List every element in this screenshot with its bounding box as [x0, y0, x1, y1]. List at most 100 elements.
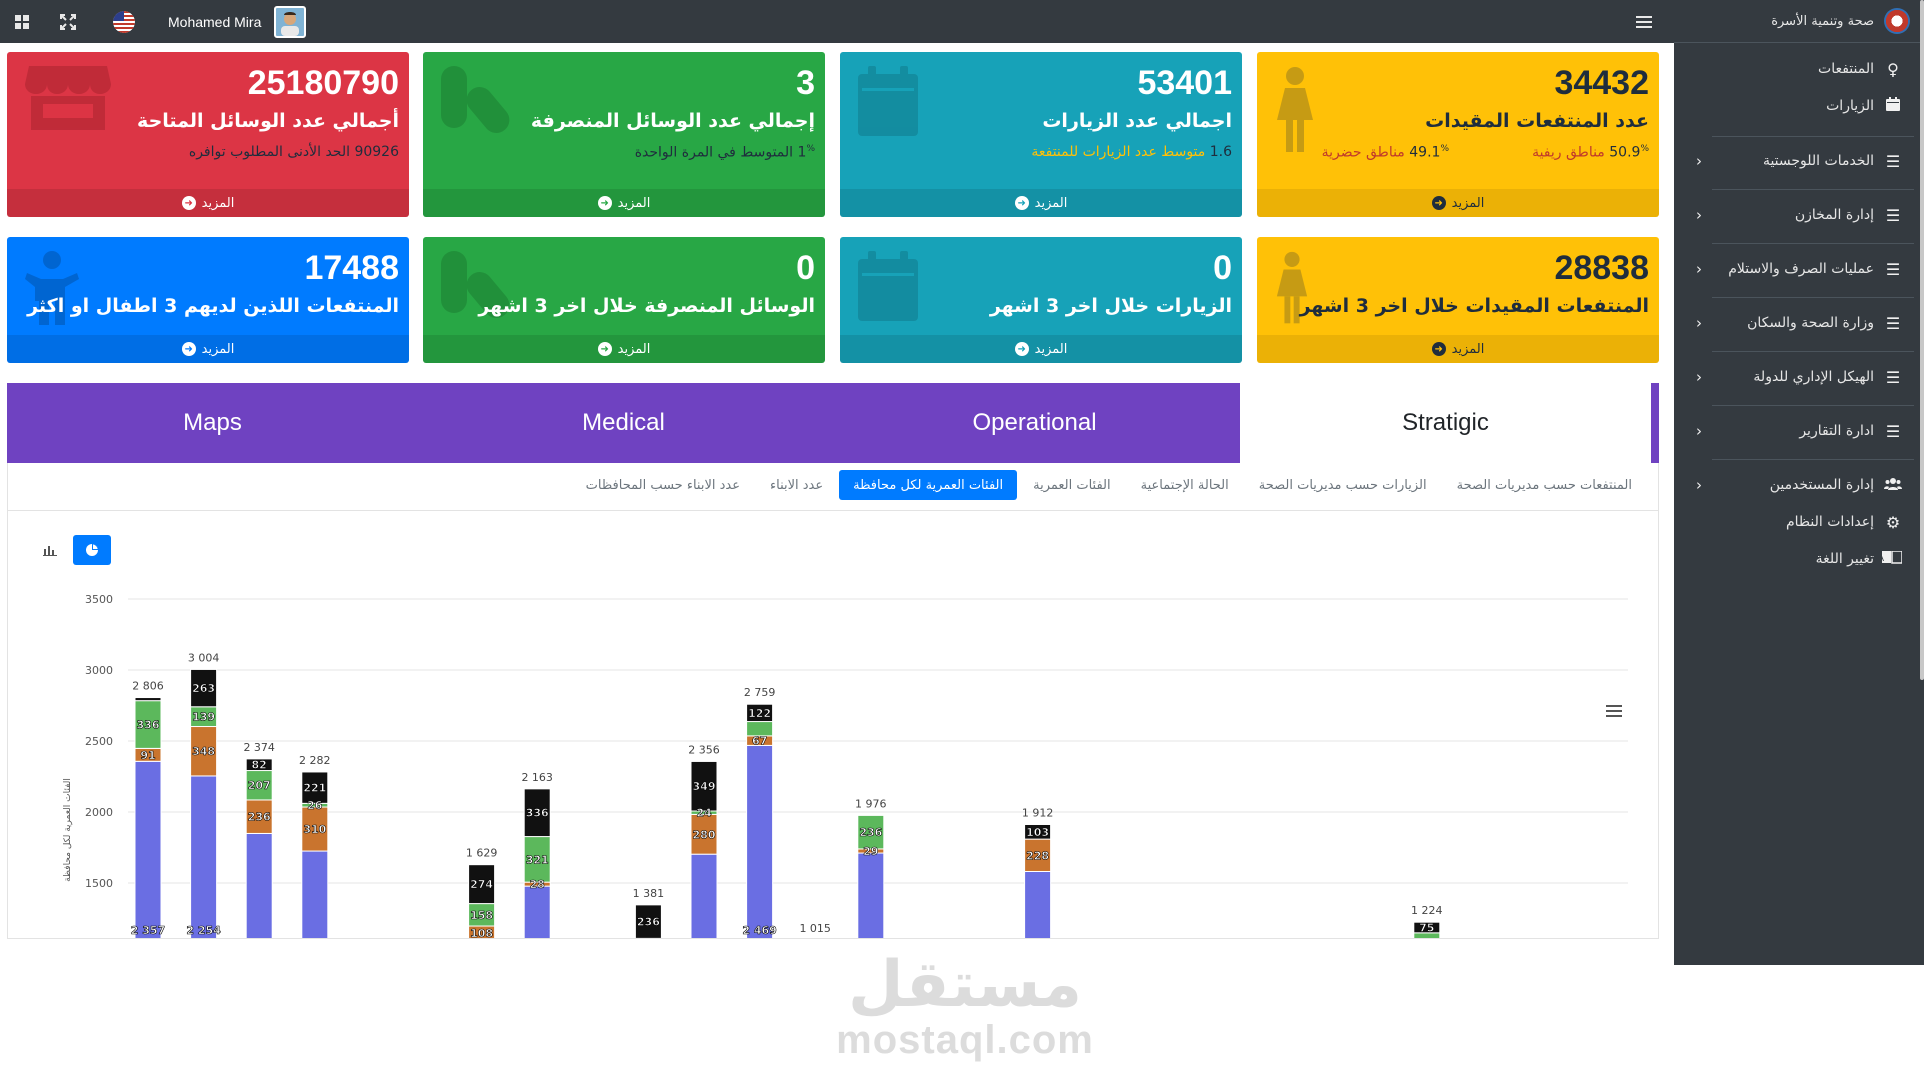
arrow-circle-icon: ➜ [597, 196, 612, 210]
sidebar-item-language[interactable]: A تغيير اللغة [1674, 544, 1924, 574]
stat-subtitle: 90926 الحد الأدنى المطلوب توافره [189, 144, 399, 160]
arrow-circle-icon: ➜ [597, 342, 612, 356]
subtab-beneficiaries-by-directorate[interactable]: المنتفعات حسب مديريات الصحة [1443, 470, 1646, 500]
mostaql-watermark: مستقل mostaql.com [835, 950, 1095, 1060]
arrow-circle-icon: ➜ [181, 196, 196, 210]
bar-segment[interactable] [523, 885, 551, 939]
bar-segment[interactable] [134, 760, 162, 939]
chart-bars [134, 668, 1441, 939]
tab-operational[interactable]: Operational [829, 383, 1240, 463]
chart-menu-icon[interactable] [1606, 705, 1622, 717]
subtab-age-groups[interactable]: الفئات العمرية [1019, 470, 1125, 500]
store-icon [25, 66, 111, 130]
username[interactable]: Mohamed Mira [168, 0, 261, 43]
more-label: المزيد [1451, 195, 1485, 211]
sidebar-item-users[interactable]: إدارة المستخدمين ‹ [1674, 470, 1924, 500]
pie-chart-icon[interactable] [73, 535, 111, 565]
sidebar-scrollbar[interactable] [1920, 0, 1924, 680]
stat-value: 53401 [1137, 64, 1232, 102]
more-link[interactable]: المزيد ➜ [423, 189, 825, 217]
bar-data-label: 349 [693, 780, 716, 793]
more-link[interactable]: المزيد ➜ [1257, 335, 1659, 363]
expand-icon[interactable] [60, 0, 76, 43]
female-icon [1277, 67, 1313, 152]
stat-value: 0 [1213, 249, 1232, 287]
more-link[interactable]: المزيد ➜ [840, 189, 1242, 217]
more-label: المزيد [617, 341, 651, 357]
subtab-children-by-governorate[interactable]: عدد الابناء حسب المحافظات [572, 470, 754, 500]
bar-data-label: 122 [748, 707, 771, 720]
bar-total-label: 3 004 [188, 651, 220, 664]
stat-title: الوسائل المنصرفة خلال اخر 3 اشهر [478, 295, 815, 317]
more-link[interactable]: المزيد ➜ [1257, 189, 1659, 217]
stat-card-recent-beneficiaries: 28838 المنتفعات المقيدات خلال اخر 3 اشهر… [1257, 237, 1659, 363]
sidebar-item-label: الخدمات اللوجستية [1762, 153, 1874, 169]
tab-stratigic[interactable]: Stratigic [1240, 383, 1651, 463]
sidebar-item-logistics[interactable]: ☰ الخدمات اللوجستية ‹ [1674, 146, 1924, 176]
stat-value: 17488 [304, 249, 399, 287]
avatar[interactable] [274, 0, 306, 43]
sidebar-item-visits[interactable]: الزيارات [1674, 91, 1924, 121]
sidebar-item-settings[interactable]: ⚙ إعدادات النظام [1674, 507, 1924, 537]
bar-segment[interactable] [746, 744, 774, 939]
bar-segment[interactable] [190, 775, 218, 939]
dashboard-tabs: Maps Medical Operational Stratigic [7, 383, 1659, 463]
stat-card-recent-dispensed: 0 الوسائل المنصرفة خلال اخر 3 اشهر المزي… [423, 237, 825, 363]
tab-medical[interactable]: Medical [418, 383, 829, 463]
sidebar-divider [1712, 351, 1914, 352]
panel-divider [8, 510, 1658, 511]
stat-subtitle-2: 49.1% مناطق حضرية [1322, 144, 1449, 161]
sidebar-brand[interactable]: صحة وتنمية الأسرة [1674, 0, 1924, 43]
chevron-left-icon: ‹ [1696, 476, 1702, 494]
sidebar-item-ministry[interactable]: ☰ وزارة الصحة والسكان ‹ [1674, 308, 1924, 338]
bar-segment[interactable] [301, 850, 329, 939]
us-flag-icon[interactable] [113, 0, 135, 43]
stat-title: إجمالي عدد الوسائل المنصرفة [530, 110, 815, 132]
bar-segment[interactable] [857, 852, 885, 939]
more-link[interactable]: المزيد ➜ [7, 335, 409, 363]
stat-card-available: 25180790 أجمالي عدد الوسائل المتاحة 9092… [7, 52, 409, 217]
urban-percent: 49.1 [1409, 144, 1441, 161]
average-label: المتوسط في المرة الواحدة [634, 144, 794, 161]
stat-title: المنتفعات المقيدات خلال اخر 3 اشهر [1299, 295, 1649, 317]
more-link[interactable]: المزيد ➜ [840, 335, 1242, 363]
bar-data-label: 310 [303, 823, 326, 836]
calendar-icon [858, 251, 918, 321]
stat-title: الزيارات خلال اخر 3 اشهر [989, 295, 1232, 317]
bar-segment[interactable] [245, 832, 273, 939]
more-link[interactable]: المزيد ➜ [423, 335, 825, 363]
bar-total-label: 2 163 [521, 771, 553, 784]
subtab-marital-status[interactable]: الحالة الإجتماعية [1127, 470, 1243, 500]
pills-icon [441, 66, 510, 133]
bar-total-label: 1 912 [1022, 806, 1054, 819]
sidebar-item-label: إدارة المستخدمين [1769, 477, 1874, 493]
bar-chart-icon[interactable] [34, 535, 66, 565]
stat-card-visits: 53401 اجمالي عدد الزيارات 1.6 متوسط عدد … [840, 52, 1242, 217]
sidebar-divider [1712, 189, 1914, 190]
bar-segment[interactable] [1024, 870, 1052, 939]
bar-total-label: 2 356 [688, 743, 720, 756]
more-link[interactable]: المزيد ➜ [7, 189, 409, 217]
bar-segment[interactable] [634, 937, 662, 939]
chevron-left-icon: ‹ [1696, 422, 1702, 440]
sidebar-item-beneficiaries[interactable]: ♀ المنتفعات [1674, 54, 1924, 84]
bar-segment[interactable] [690, 853, 718, 939]
sidebar-item-disbursement[interactable]: ☰ عمليات الصرف والاستلام ‹ [1674, 254, 1924, 284]
subtab-children-count[interactable]: عدد الابناء [756, 470, 837, 500]
stat-value: 28838 [1554, 249, 1649, 287]
tab-maps[interactable]: Maps [7, 383, 418, 463]
sidebar-item-warehouses[interactable]: ☰ إدارة المخازن ‹ [1674, 200, 1924, 230]
y-tick-label: 2000 [85, 806, 113, 819]
hamburger-icon[interactable] [1636, 0, 1652, 43]
bar-data-label: 236 [248, 811, 271, 824]
grid-icon[interactable] [14, 0, 30, 43]
sidebar-item-reports[interactable]: ☰ ادارة التقارير ‹ [1674, 416, 1924, 446]
sidebar-item-label: الهيكل الإداري للدولة [1753, 369, 1874, 385]
sidebar-item-structure[interactable]: ☰ الهيكل الإداري للدولة ‹ [1674, 362, 1924, 392]
stat-subtitle: 1.6 متوسط عدد الزيارات للمنتفعة [1031, 144, 1232, 160]
subtab-age-groups-per-governorate[interactable]: الفئات العمرية لكل محافظة [839, 470, 1018, 500]
bar-data-label: 263 [192, 682, 215, 695]
subtab-visits-by-directorate[interactable]: الزيارات حسب مديريات الصحة [1245, 470, 1441, 500]
bar-segment[interactable] [134, 697, 162, 702]
watermark-url: mostaql.com [836, 1018, 1094, 1062]
